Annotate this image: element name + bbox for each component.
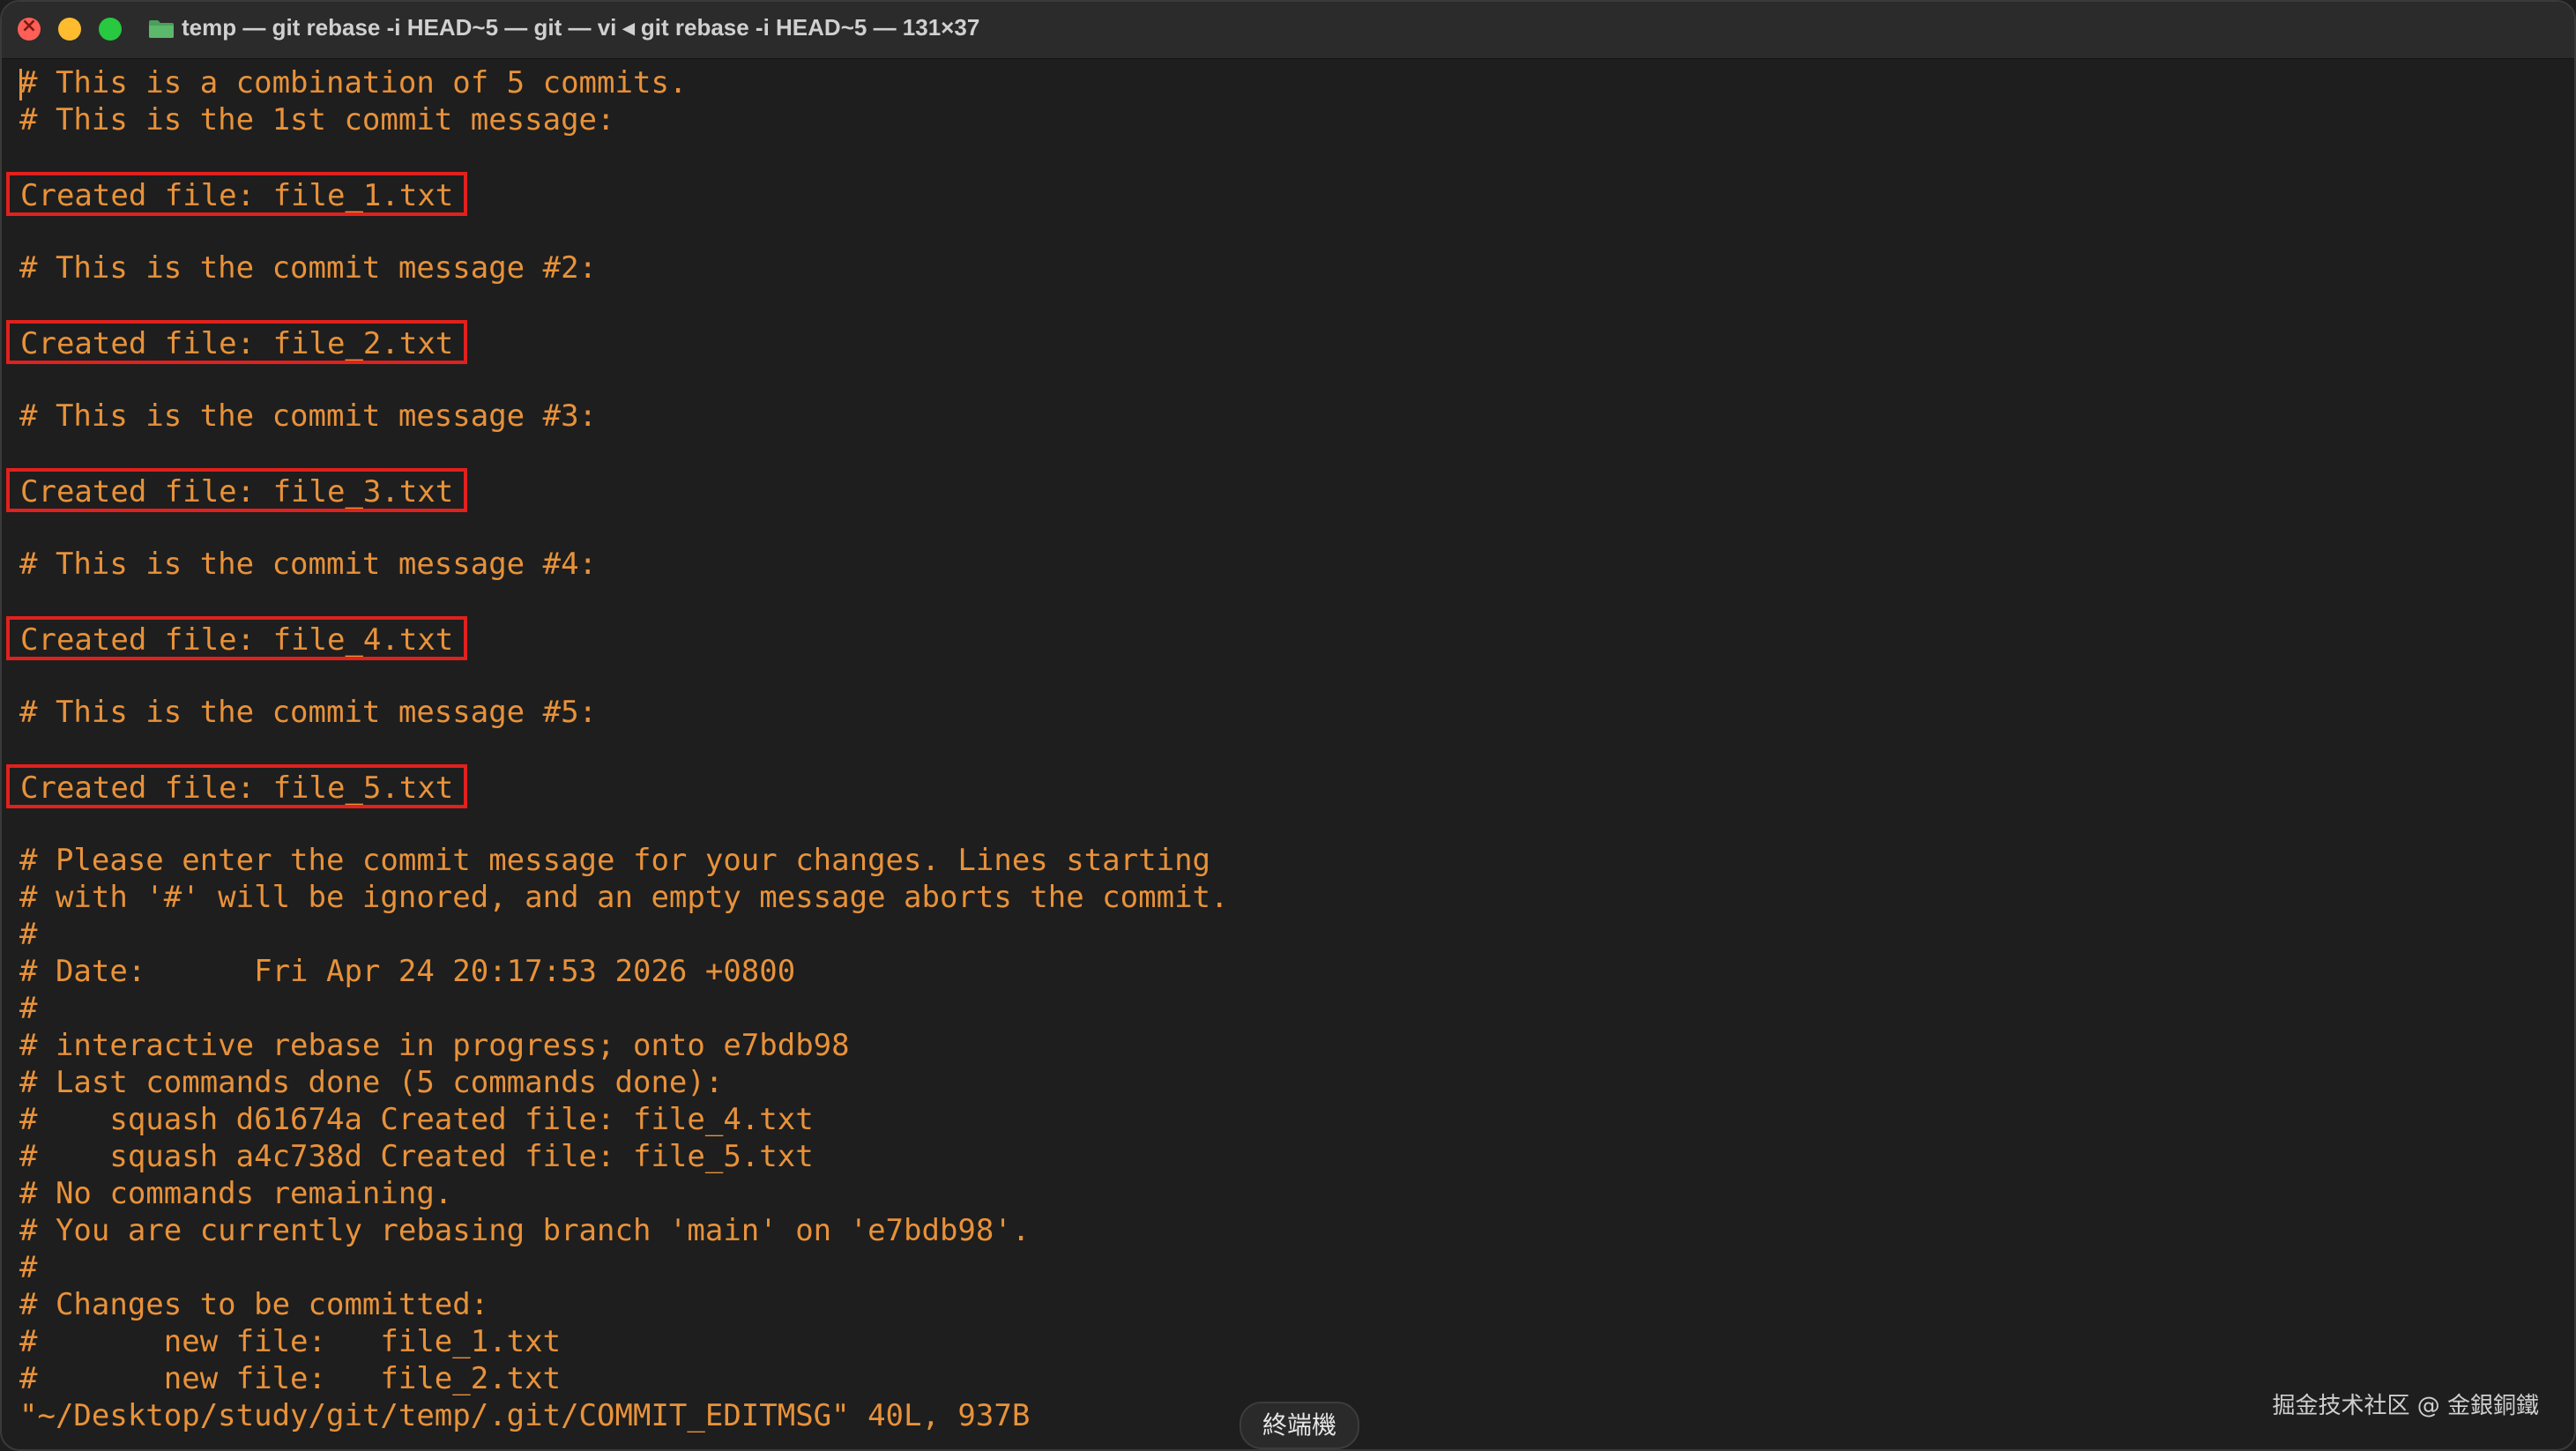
editor-line: # This is the commit message #2:	[19, 249, 1228, 286]
line-text: # This is the 1st commit message:	[19, 102, 615, 138]
watermark: 掘金技术社区 @ 金銀銅鐵	[2272, 1393, 2539, 1419]
line-text: #	[19, 1250, 38, 1285]
line-text: # This is the commit message #4:	[19, 547, 598, 582]
line-text: # You are currently rebasing branch 'mai…	[19, 1213, 1031, 1248]
app-name-tooltip: 終端機	[1240, 1402, 1359, 1449]
line-text: # This is the commit message #5:	[19, 695, 598, 730]
minimize-window-button[interactable]	[58, 18, 81, 41]
editor-line: # You are currently rebasing branch 'mai…	[19, 1212, 1228, 1249]
line-text: # Date: Fri Apr 24 20:17:53 2026 +0800	[19, 954, 796, 989]
line-text: # This is the commit message #2:	[19, 250, 598, 286]
zoom-window-button[interactable]	[99, 18, 122, 41]
vim-editor-buffer[interactable]: # This is a combination of 5 commits. # T…	[5, 64, 1228, 1434]
editor-line: # squash a4c738d Created file: file_5.tx…	[19, 1138, 1228, 1175]
editor-line: # squash d61674a Created file: file_4.tx…	[19, 1101, 1228, 1138]
editor-line: # Please enter the commit message for yo…	[19, 842, 1228, 879]
editor-line: # Last commands done (5 commands done):	[19, 1064, 1228, 1101]
line-text: # Changes to be committed:	[19, 1287, 489, 1322]
window-title: temp — git rebase -i HEAD~5 — git — vi ◂…	[182, 14, 980, 41]
line-text: #	[19, 991, 38, 1026]
editor-line: #	[19, 1249, 1228, 1286]
editor-line: # No commands remaining.	[19, 1175, 1228, 1212]
commit-message-box: Created file: file_5.txt	[5, 764, 468, 808]
highlighted-commit-message-line: Created file: file_2.txt	[5, 320, 1228, 364]
highlighted-commit-message-line: Created file: file_3.txt	[5, 468, 1228, 512]
line-text: #	[19, 917, 38, 952]
terminal-window: temp — git rebase -i HEAD~5 — git — vi ◂…	[0, 0, 2576, 1451]
line-text: # interactive rebase in progress; onto e…	[19, 1028, 850, 1063]
highlighted-commit-message-line: Created file: file_5.txt	[5, 764, 1228, 808]
editor-line: # Changes to be committed:	[19, 1286, 1228, 1323]
editor-line: # Date: Fri Apr 24 20:17:53 2026 +0800	[19, 953, 1228, 990]
line-text: # squash d61674a Created file: file_4.tx…	[19, 1102, 814, 1137]
editor-line: # This is the commit message #4:	[19, 546, 1228, 583]
title-bar[interactable]: temp — git rebase -i HEAD~5 — git — vi ◂…	[2, 2, 2574, 59]
editor-line: # new file: file_1.txt	[19, 1323, 1228, 1360]
line-text: # new file: file_1.txt	[19, 1324, 562, 1359]
editor-line: # This is a combination of 5 commits.	[19, 64, 1228, 101]
editor-line: #	[19, 916, 1228, 953]
commit-message-box: Created file: file_4.txt	[5, 616, 468, 660]
highlighted-commit-message-line: Created file: file_4.txt	[5, 616, 1228, 660]
editor-line: # This is the commit message #3:	[19, 398, 1228, 435]
close-window-button[interactable]	[18, 15, 41, 41]
line-text: # squash a4c738d Created file: file_5.tx…	[19, 1139, 814, 1174]
line-text: # new file: file_2.txt	[19, 1361, 562, 1396]
commit-message-box: Created file: file_2.txt	[5, 320, 468, 364]
highlighted-commit-message-line: Created file: file_1.txt	[5, 172, 1228, 216]
line-text: # This is the commit message #3:	[19, 398, 598, 434]
line-text: # Please enter the commit message for yo…	[19, 843, 1211, 878]
folder-icon	[149, 20, 174, 38]
commit-message-box: Created file: file_3.txt	[5, 468, 468, 512]
editor-line: # interactive rebase in progress; onto e…	[19, 1027, 1228, 1064]
editor-line: # This is the 1st commit message:	[19, 101, 1228, 138]
commit-message-box: Created file: file_1.txt	[5, 172, 468, 216]
line-text: # This is a combination of 5 commits.	[19, 65, 688, 100]
editor-line: # with '#' will be ignored, and an empty…	[19, 879, 1228, 916]
editor-line: # new file: file_2.txt	[19, 1360, 1228, 1397]
line-text: "~/Desktop/study/git/temp/.git/COMMIT_ED…	[19, 1398, 1031, 1433]
editor-line: # This is the commit message #5:	[19, 694, 1228, 731]
line-text: # Last commands done (5 commands done):	[19, 1065, 724, 1100]
line-text: # No commands remaining.	[19, 1176, 453, 1211]
editor-line: #	[19, 990, 1228, 1027]
line-text: # with '#' will be ignored, and an empty…	[19, 880, 1229, 915]
vim-status-line: "~/Desktop/study/git/temp/.git/COMMIT_ED…	[19, 1397, 1228, 1434]
